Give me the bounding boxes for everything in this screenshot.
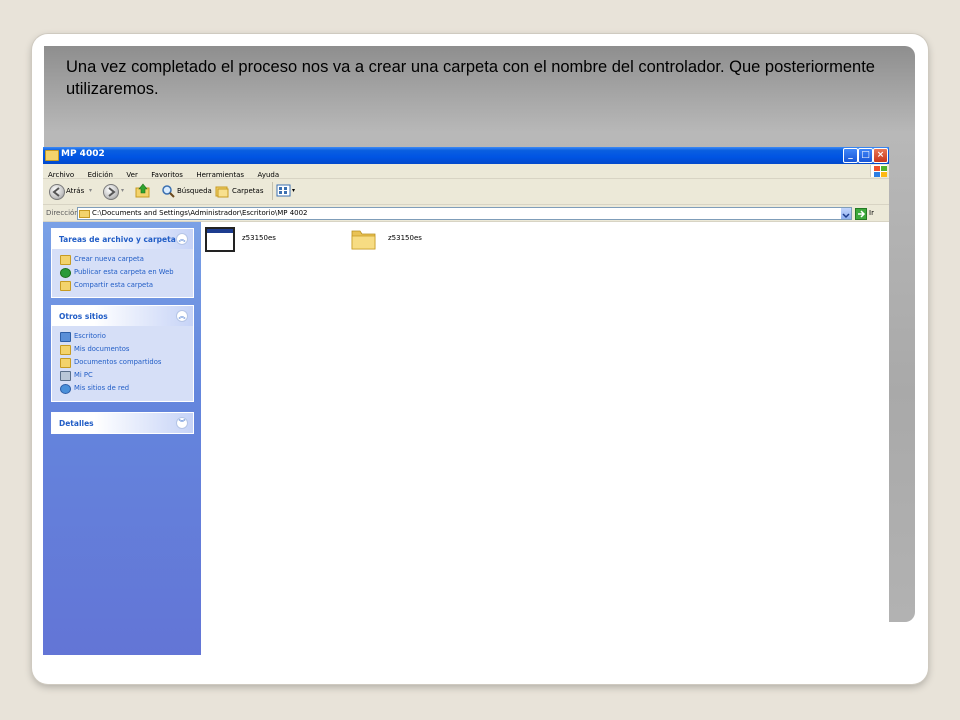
window-app-icon (205, 227, 235, 252)
menu-herramientas[interactable]: Herramientas (191, 168, 248, 179)
forward-button[interactable]: ▾ (103, 183, 129, 200)
collapse-icon[interactable]: ︽ (176, 310, 188, 322)
back-dropdown-icon[interactable]: ▾ (89, 183, 92, 199)
other-places-panel: Otros sitios ︽ Escritorio Mis documentos… (51, 305, 194, 402)
file-tasks-panel: Tareas de archivo y carpeta ︽ Crear nuev… (51, 228, 194, 298)
menu-archivo[interactable]: Archivo (43, 168, 78, 179)
views-icon (276, 184, 291, 197)
task-new-folder-label: Crear nueva carpeta (74, 255, 144, 263)
up-button[interactable] (135, 183, 153, 199)
task-publish-web[interactable]: Publicar esta carpeta en Web (52, 266, 193, 279)
place-my-computer-label: Mi PC (74, 371, 93, 379)
address-bar: Dirección C:\Documents and Settings\Admi… (43, 205, 889, 222)
chevron-down-icon (842, 213, 850, 219)
new-folder-icon (60, 255, 71, 265)
menu-ayuda[interactable]: Ayuda (253, 168, 284, 179)
back-arrow-icon (49, 184, 65, 200)
folder-name: z53150es (388, 234, 422, 242)
task-share-folder-label: Compartir esta carpeta (74, 281, 154, 289)
go-arrow-icon[interactable] (855, 208, 867, 220)
place-shared-documents[interactable]: Documentos compartidos (52, 356, 193, 369)
search-label: Búsqueda (177, 187, 212, 195)
my-documents-icon (60, 345, 71, 355)
address-value: C:\Documents and Settings\Administrador\… (92, 209, 308, 217)
details-title: Detalles (59, 419, 94, 428)
task-publish-web-label: Publicar esta carpeta en Web (74, 268, 174, 276)
minimize-button[interactable]: _ (843, 148, 858, 163)
windows-logo-icon (870, 165, 887, 177)
folder-item[interactable]: z53150es (351, 225, 471, 255)
expand-icon[interactable]: ︾ (176, 417, 188, 429)
forward-arrow-icon (103, 184, 119, 200)
globe-icon (60, 268, 71, 278)
close-button[interactable]: × (873, 148, 888, 163)
other-places-title: Otros sitios (59, 312, 108, 321)
computer-icon (60, 371, 71, 381)
title-bar[interactable]: MP 4002 _ □ × (43, 147, 889, 164)
back-label: Atrás (66, 187, 85, 195)
place-network[interactable]: Mis sitios de red (52, 382, 193, 395)
details-header[interactable]: Detalles ︾ (52, 413, 193, 433)
place-desktop[interactable]: Escritorio (52, 330, 193, 343)
back-button[interactable]: Atrás ▾ (49, 183, 97, 200)
views-dropdown-icon[interactable]: ▾ (292, 183, 295, 199)
file-name: z53150es (242, 234, 276, 242)
views-button[interactable]: ▾ (276, 183, 298, 199)
file-item[interactable]: z53150es (205, 225, 325, 255)
desktop-icon (60, 332, 71, 342)
place-my-computer[interactable]: Mi PC (52, 369, 193, 382)
place-network-label: Mis sitios de red (74, 384, 130, 392)
place-shared-documents-label: Documentos compartidos (74, 358, 162, 366)
go-button[interactable]: Ir (869, 209, 874, 217)
menu-edicion[interactable]: Edición (83, 168, 117, 179)
toolbar-separator (272, 182, 273, 200)
slide: Una vez completado el proceso nos va a c… (32, 34, 928, 684)
window-title: MP 4002 (61, 149, 105, 159)
task-share-folder[interactable]: Compartir esta carpeta (52, 279, 193, 292)
other-places-header[interactable]: Otros sitios ︽ (52, 306, 193, 326)
collapse-icon[interactable]: ︽ (176, 233, 188, 245)
toolbar: Atrás ▾ ▾ Búsqueda Carpetas ▾ (43, 179, 889, 205)
search-button[interactable]: Búsqueda (161, 183, 212, 199)
folder-icon (79, 210, 90, 218)
share-folder-icon (60, 281, 71, 291)
file-tasks-title: Tareas de archivo y carpeta (59, 235, 176, 244)
explorer-window: MP 4002 _ □ × Archivo Edición Ver Favori… (43, 147, 889, 655)
search-icon (162, 185, 175, 198)
up-folder-icon (135, 183, 150, 198)
shared-documents-icon (60, 358, 71, 368)
slide-caption: Una vez completado el proceso nos va a c… (66, 58, 875, 98)
file-view: z53150es z53150es (201, 222, 889, 655)
address-dropdown-button[interactable] (841, 208, 851, 219)
forward-dropdown-icon[interactable]: ▾ (121, 183, 124, 199)
folder-icon (45, 150, 59, 161)
folders-label: Carpetas (232, 187, 264, 195)
task-pane: Tareas de archivo y carpeta ︽ Crear nuev… (43, 222, 201, 655)
address-label: Dirección (46, 209, 79, 217)
maximize-button[interactable]: □ (858, 148, 873, 163)
menu-bar: Archivo Edición Ver Favoritos Herramient… (43, 164, 889, 179)
menu-ver[interactable]: Ver (121, 168, 141, 179)
place-my-documents[interactable]: Mis documentos (52, 343, 193, 356)
folders-icon (215, 186, 229, 198)
details-panel: Detalles ︾ (51, 412, 194, 434)
folder-icon (351, 230, 376, 250)
network-icon (60, 384, 71, 394)
menu-favoritos[interactable]: Favoritos (146, 168, 187, 179)
folders-button[interactable]: Carpetas (215, 183, 267, 199)
place-desktop-label: Escritorio (74, 332, 106, 340)
task-new-folder[interactable]: Crear nueva carpeta (52, 253, 193, 266)
file-tasks-header[interactable]: Tareas de archivo y carpeta ︽ (52, 229, 193, 249)
address-input[interactable]: C:\Documents and Settings\Administrador\… (77, 207, 852, 220)
place-my-documents-label: Mis documentos (74, 345, 130, 353)
